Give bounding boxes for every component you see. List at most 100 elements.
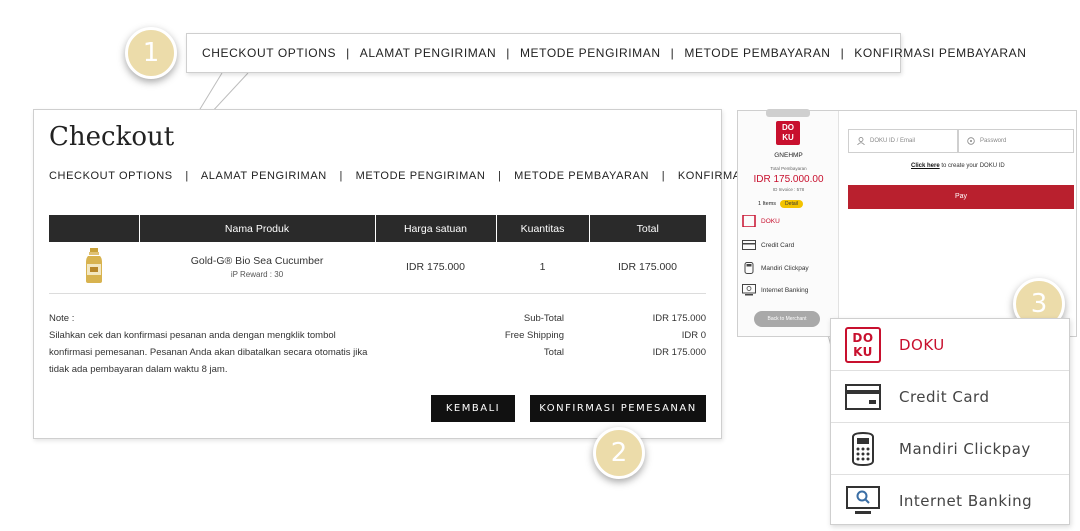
step-separator: | xyxy=(661,170,666,182)
step-separator: | xyxy=(498,170,502,182)
user-icon xyxy=(857,137,865,145)
total-value: IDR 175.000 xyxy=(652,347,706,358)
product-reward: iP Reward : 30 xyxy=(230,270,284,280)
credit-card-icon xyxy=(742,240,756,250)
crumb-separator: | xyxy=(840,46,845,60)
doku-id-placeholder: DOKU ID / Email xyxy=(870,138,916,144)
crumb-alamat-pengiriman[interactable]: ALAMAT PENGIRIMAN xyxy=(360,46,496,60)
page-title: Checkout xyxy=(49,122,175,152)
checkout-panel: Checkout CHECKOUT OPTIONS | ALAMAT PENGI… xyxy=(33,109,836,439)
header-total: Total xyxy=(589,215,706,242)
step-separator: | xyxy=(339,170,343,182)
step-marker-2: 2 xyxy=(593,427,645,479)
zoom-method-doku[interactable]: DO KU DOKU xyxy=(831,319,1069,371)
totals-row-shipping: Free Shipping IDR 0 xyxy=(474,327,706,344)
monitor-search-icon xyxy=(742,284,756,296)
header-product-name: Nama Produk xyxy=(139,215,376,242)
checkout-steps: CHECKOUT OPTIONS | ALAMAT PENGIRIMAN | M… xyxy=(49,170,837,182)
items-count: 1 Items xyxy=(758,201,777,207)
total-payment-label: Total Pembayaran xyxy=(770,166,807,171)
invoice-id: ID Invoice : 578 xyxy=(772,187,805,192)
doku-id-input[interactable]: DOKU ID / Email xyxy=(848,129,958,153)
table-row: Gold-G® Bio Sea Cucumber iP Reward : 30 … xyxy=(49,242,706,294)
items-row: 1 Items Detail xyxy=(758,200,803,208)
method-internet-banking-label: Internet Banking xyxy=(761,286,809,294)
crumb-metode-pembayaran[interactable]: METODE PEMBAYARAN xyxy=(684,46,830,60)
method-credit-card-label: Credit Card xyxy=(761,241,795,249)
back-button[interactable]: KEMBALI xyxy=(431,395,515,422)
product-name[interactable]: Gold-G® Bio Sea Cucumber xyxy=(139,255,375,267)
product-table: Nama Produk Harga satuan Kuantitas Total xyxy=(49,215,706,294)
doku-icon xyxy=(742,215,756,227)
crumb-checkout-options[interactable]: CHECKOUT OPTIONS xyxy=(202,46,336,60)
payment-amount: IDR 175.000.00 xyxy=(753,174,824,185)
crumb-separator: | xyxy=(506,46,510,60)
header-quantity: Kuantitas xyxy=(496,215,590,242)
totals-row-total: Total IDR 175.000 xyxy=(474,344,706,361)
doku-logo-icon: DO KU xyxy=(845,326,881,363)
order-totals: Sub-Total IDR 175.000 Free Shipping IDR … xyxy=(474,310,706,361)
zoom-method-mandiri-clickpay-label: Mandiri Clickpay xyxy=(899,439,1031,458)
step-checkout-options[interactable]: CHECKOUT OPTIONS xyxy=(49,170,173,182)
password-placeholder: Password xyxy=(980,138,1007,144)
create-doku-id-link[interactable]: Click here xyxy=(911,163,940,169)
total-label: Total xyxy=(543,347,564,358)
zoom-method-doku-label: DOKU xyxy=(899,335,945,354)
header-image xyxy=(49,215,140,242)
step-metode-pengiriman[interactable]: METODE PENGIRIMAN xyxy=(356,170,486,182)
zoom-method-internet-banking[interactable]: Internet Banking xyxy=(831,475,1069,527)
payment-methods-zoom: DO KU DOKU Credit Card Mandiri Clickpay … xyxy=(830,318,1070,525)
method-mandiri-clickpay[interactable]: Mandiri Clickpay xyxy=(742,262,809,274)
method-mandiri-clickpay-label: Mandiri Clickpay xyxy=(761,264,809,272)
crumb-separator: | xyxy=(670,46,675,60)
crumb-konfirmasi-pembayaran[interactable]: KONFIRMASI PEMBAYARAN xyxy=(854,46,1026,60)
step-marker-1: 1 xyxy=(125,27,177,79)
step-alamat-pengiriman[interactable]: ALAMAT PENGIRIMAN xyxy=(201,170,327,182)
token-device-icon xyxy=(852,431,874,466)
password-input[interactable]: Password xyxy=(958,129,1074,153)
merchant-name: GNEHMP xyxy=(774,152,803,159)
header-unit-price: Harga satuan xyxy=(375,215,497,242)
product-name-cell: Gold-G® Bio Sea Cucumber iP Reward : 30 xyxy=(139,242,375,294)
crumb-separator: | xyxy=(346,46,350,60)
product-image-cell xyxy=(49,242,139,294)
detail-toggle[interactable]: Detail xyxy=(780,200,803,208)
subtotal-value: IDR 175.000 xyxy=(652,313,706,324)
subtotal-label: Sub-Total xyxy=(523,313,564,324)
product-quantity: 1 xyxy=(496,242,589,294)
token-device-icon xyxy=(744,262,754,274)
shipping-label: Free Shipping xyxy=(504,330,564,341)
product-bottle-image[interactable] xyxy=(84,247,104,284)
step-metode-pembayaran[interactable]: METODE PEMBAYARAN xyxy=(514,170,649,182)
shipping-value: IDR 0 xyxy=(681,330,706,341)
breadcrumb-callout: CHECKOUT OPTIONS | ALAMAT PENGIRIMAN | M… xyxy=(186,33,1026,73)
monitor-search-icon xyxy=(846,486,880,514)
method-credit-card[interactable]: Credit Card xyxy=(742,239,794,251)
note-label: Note : xyxy=(49,313,75,324)
create-doku-id-suffix: to create your DOKU ID xyxy=(939,163,1005,169)
method-internet-banking[interactable]: Internet Banking xyxy=(742,284,808,296)
credit-card-icon xyxy=(845,383,881,410)
confirm-order-button[interactable]: KONFIRMASI PEMESANAN xyxy=(530,395,706,422)
zoom-method-mandiri-clickpay[interactable]: Mandiri Clickpay xyxy=(831,423,1069,475)
note-text: Silahkan cek dan konfirmasi pesanan anda… xyxy=(49,330,368,375)
doku-logo-icon: DO KU xyxy=(776,121,800,145)
zoom-method-credit-card-label: Credit Card xyxy=(899,387,990,406)
merchant-tag xyxy=(766,109,810,117)
zoom-method-credit-card[interactable]: Credit Card xyxy=(831,371,1069,423)
create-doku-id-text: Click here to create your DOKU ID xyxy=(911,163,1005,169)
table-header-row: Nama Produk Harga satuan Kuantitas Total xyxy=(49,215,706,242)
method-doku-label: DOKU xyxy=(761,217,780,225)
method-doku[interactable]: DOKU xyxy=(742,215,780,227)
back-to-merchant-button[interactable]: Back to Merchant xyxy=(754,311,820,327)
lock-icon xyxy=(967,137,975,145)
product-price: IDR 175.000 xyxy=(375,242,496,294)
payment-sidebar: DO KU GNEHMP Total Pembayaran IDR 175.00… xyxy=(738,109,839,336)
pay-button[interactable]: Pay xyxy=(848,185,1074,209)
product-total: IDR 175.000 xyxy=(589,242,706,294)
totals-row-subtotal: Sub-Total IDR 175.000 xyxy=(474,310,706,327)
crumb-metode-pengiriman[interactable]: METODE PENGIRIMAN xyxy=(520,46,661,60)
zoom-method-internet-banking-label: Internet Banking xyxy=(899,492,1033,510)
order-note: Note : Silahkan cek dan konfirmasi pesan… xyxy=(49,310,379,378)
step-separator: | xyxy=(185,170,189,182)
